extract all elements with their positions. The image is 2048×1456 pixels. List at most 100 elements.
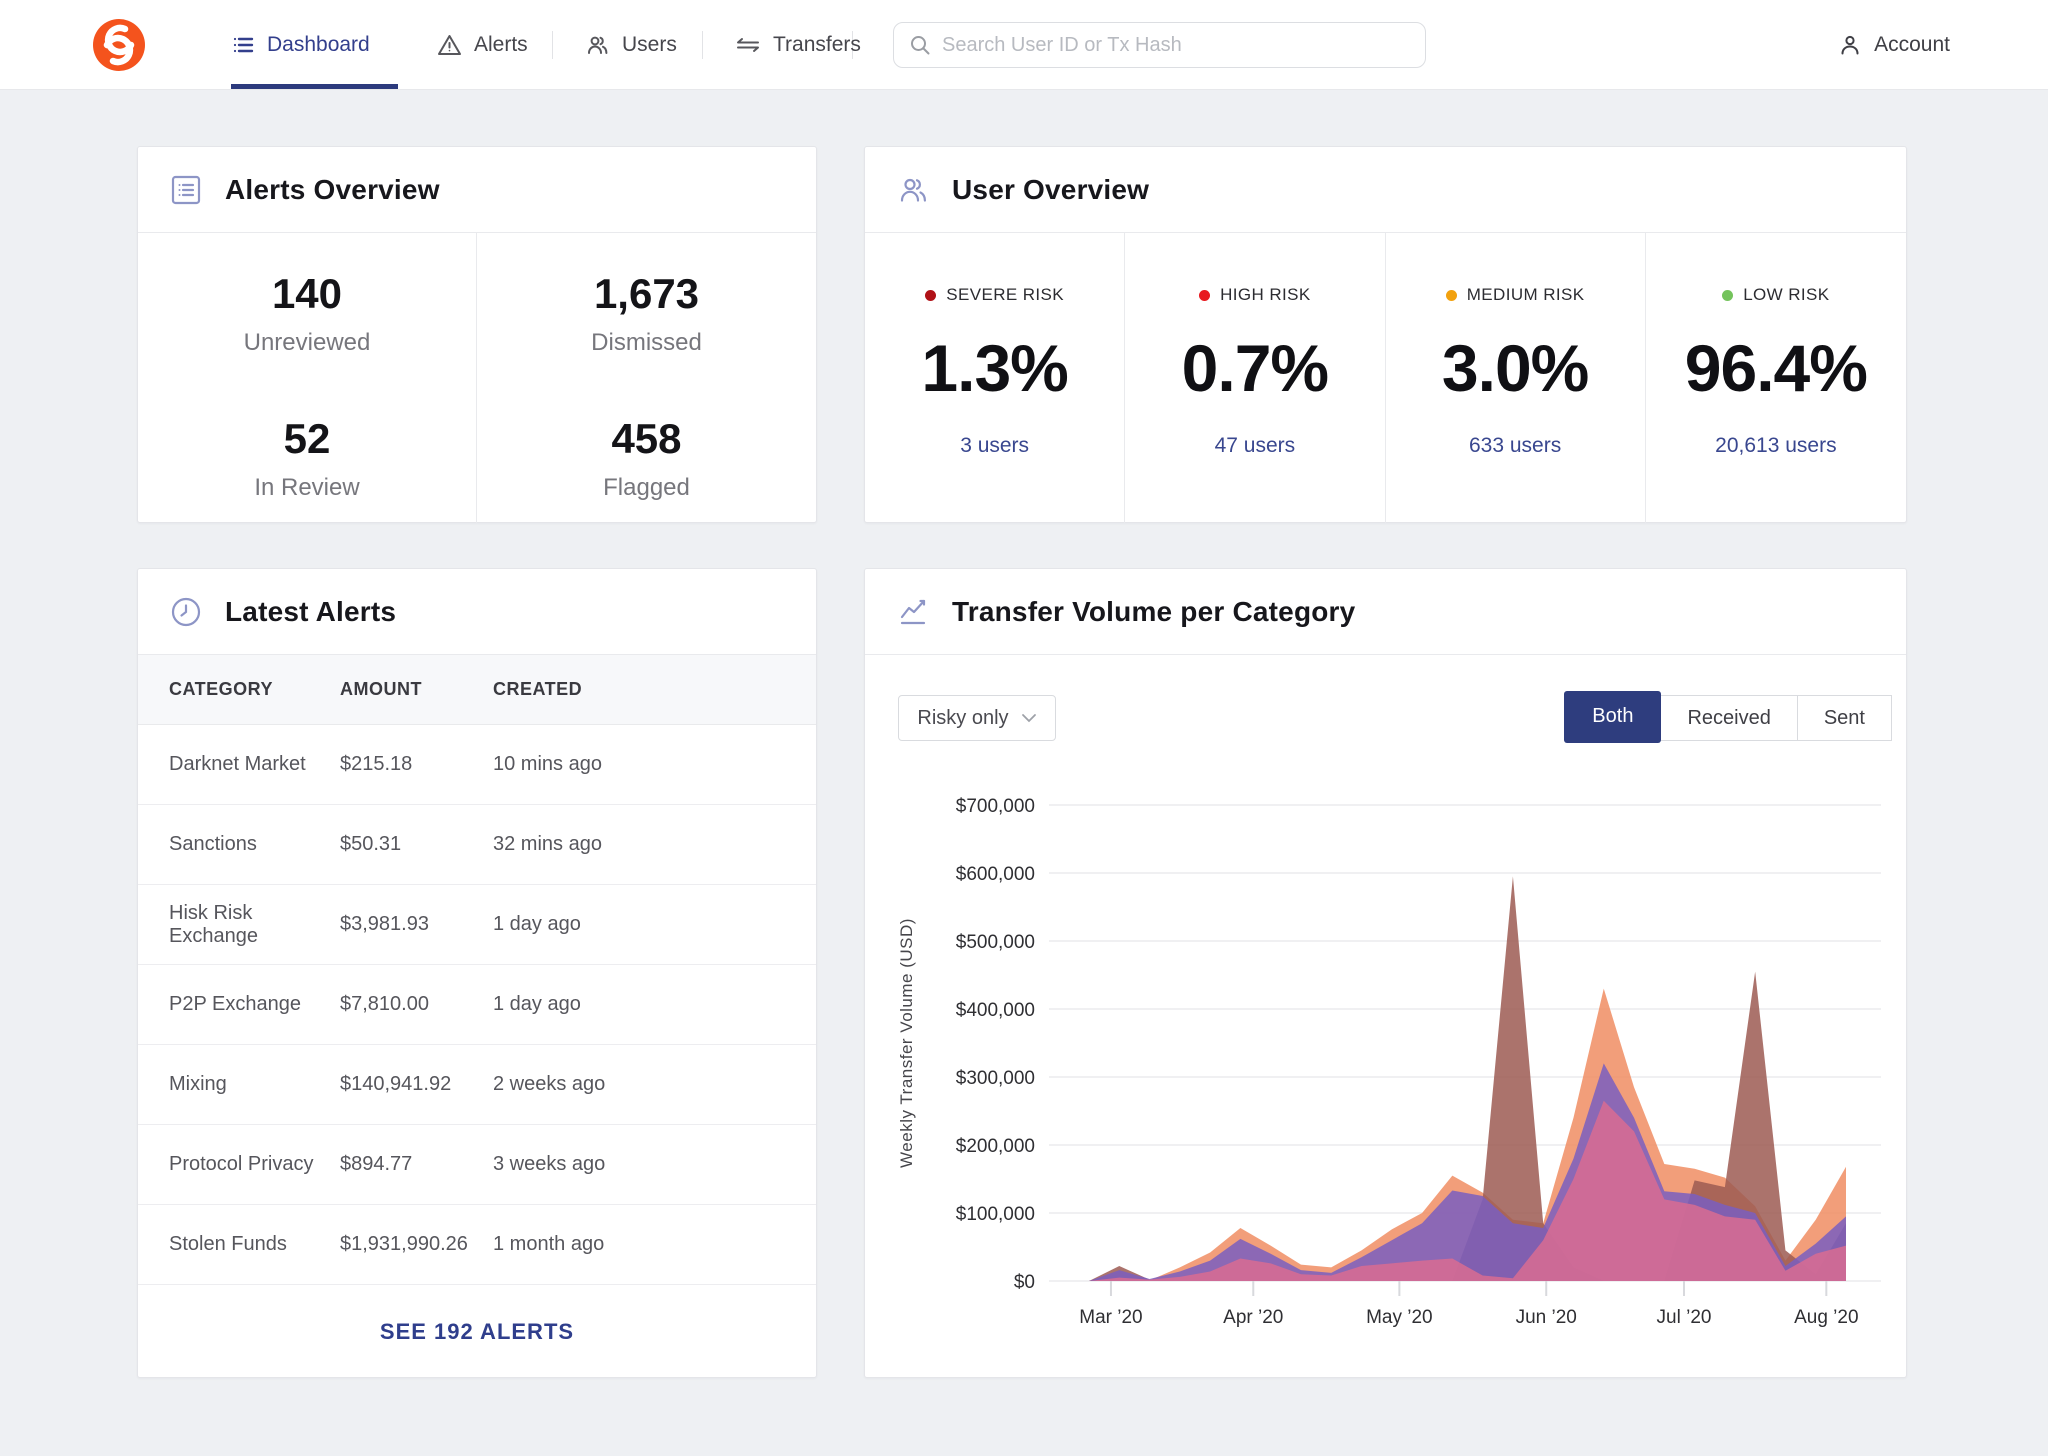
risk-percent: 0.7%	[1125, 330, 1384, 406]
risk-users-link[interactable]: 633 users	[1386, 434, 1645, 458]
column-header-amount: AMOUNT	[340, 679, 493, 700]
cell-category: Darknet Market	[169, 753, 340, 776]
cell-amount: $3,981.93	[340, 913, 493, 936]
card-title: User Overview	[952, 174, 1149, 206]
clock-icon	[169, 595, 203, 629]
stat-flagged: 458 Flagged	[477, 378, 816, 523]
svg-text:Weekly Transfer Volume (USD): Weekly Transfer Volume (USD)	[897, 918, 916, 1168]
cell-amount: $50.31	[340, 833, 493, 856]
risk-percent: 1.3%	[865, 330, 1124, 406]
risk-segment-high: HIGH RISK 0.7% 47 users	[1125, 233, 1385, 523]
nav-separator	[702, 31, 703, 59]
risk-percent: 3.0%	[1386, 330, 1645, 406]
card-title: Latest Alerts	[225, 596, 396, 628]
svg-text:$0: $0	[1014, 1272, 1035, 1293]
table-row[interactable]: Hisk Risk Exchange $3,981.93 1 day ago	[138, 885, 816, 965]
stat-label: In Review	[138, 474, 476, 502]
latest-alerts-header: Latest Alerts	[138, 569, 816, 655]
cell-amount: $215.18	[340, 753, 493, 776]
toggle-both-button[interactable]: Both	[1564, 691, 1661, 743]
risk-label-row: MEDIUM RISK	[1446, 285, 1585, 305]
nav-separator	[552, 31, 553, 59]
transfer-arrows-icon	[735, 33, 761, 57]
cell-created: 1 month ago	[493, 1233, 816, 1256]
table-row[interactable]: Mixing $140,941.92 2 weeks ago	[138, 1045, 816, 1125]
svg-text:$500,000: $500,000	[956, 932, 1035, 953]
see-all-alerts-link[interactable]: SEE 192 ALERTS	[138, 1285, 816, 1378]
svg-text:$100,000: $100,000	[956, 1204, 1035, 1225]
risk-users-link[interactable]: 47 users	[1125, 434, 1384, 458]
risk-segment-severe: SEVERE RISK 1.3% 3 users	[865, 233, 1125, 523]
alerts-overview-card: Alerts Overview 140 Unreviewed 1,673 Dis…	[137, 146, 817, 523]
table-row[interactable]: Stolen Funds $1,931,990.26 1 month ago	[138, 1205, 816, 1285]
medium-risk-dot	[1446, 290, 1457, 301]
column-header-category: CATEGORY	[169, 679, 340, 700]
account-menu[interactable]: Account	[1838, 0, 1950, 90]
svg-text:Apr ’20: Apr ’20	[1223, 1307, 1283, 1328]
nav-label-transfers: Transfers	[773, 33, 861, 57]
alerts-overview-header: Alerts Overview	[138, 147, 816, 233]
user-overview-card: User Overview SEVERE RISK 1.3% 3 users H…	[864, 146, 1907, 523]
risk-segment-medium: MEDIUM RISK 3.0% 633 users	[1386, 233, 1646, 523]
risk-users-link[interactable]: 20,613 users	[1646, 434, 1906, 458]
list-box-icon	[169, 173, 203, 207]
account-label: Account	[1874, 33, 1950, 57]
user-overview-segments: SEVERE RISK 1.3% 3 users HIGH RISK 0.7% …	[865, 233, 1906, 523]
stat-in-review: 52 In Review	[138, 378, 477, 523]
table-row[interactable]: Sanctions $50.31 32 mins ago	[138, 805, 816, 885]
top-nav: Dashboard Alerts Users Transfers	[0, 0, 2048, 90]
transfer-volume-header: Transfer Volume per Category	[865, 569, 1906, 655]
cell-category: Protocol Privacy	[169, 1153, 340, 1176]
active-tab-underline	[231, 84, 398, 89]
cell-category: Hisk Risk Exchange	[169, 902, 340, 948]
svg-text:Jun ’20: Jun ’20	[1516, 1307, 1577, 1328]
stat-value: 140	[138, 273, 476, 315]
nav-item-transfers[interactable]: Transfers	[735, 0, 861, 90]
cell-category: Sanctions	[169, 833, 340, 856]
stat-value: 52	[138, 418, 476, 460]
search-input[interactable]	[893, 22, 1426, 68]
svg-text:$700,000: $700,000	[956, 796, 1035, 817]
cell-amount: $7,810.00	[340, 993, 493, 1016]
latest-alerts-card: Latest Alerts CATEGORY AMOUNT CREATED Da…	[137, 568, 817, 1378]
risk-label-row: SEVERE RISK	[925, 285, 1064, 305]
dashboard-page: Dashboard Alerts Users Transfers	[0, 0, 2048, 1456]
svg-text:Jul ’20: Jul ’20	[1657, 1307, 1712, 1328]
cell-category: P2P Exchange	[169, 993, 340, 1016]
nav-item-users[interactable]: Users	[585, 0, 677, 90]
svg-text:$200,000: $200,000	[956, 1136, 1035, 1157]
risk-label: SEVERE RISK	[946, 285, 1064, 305]
cell-created: 1 day ago	[493, 913, 816, 936]
cell-created: 1 day ago	[493, 993, 816, 1016]
table-row[interactable]: Darknet Market $215.18 10 mins ago	[138, 725, 816, 805]
cell-created: 3 weeks ago	[493, 1153, 816, 1176]
users-icon	[896, 173, 930, 207]
high-risk-dot	[1199, 290, 1210, 301]
svg-text:Mar ’20: Mar ’20	[1079, 1307, 1142, 1328]
nav-item-dashboard[interactable]: Dashboard	[231, 0, 370, 90]
severe-risk-dot	[925, 290, 936, 301]
global-search	[893, 22, 1426, 68]
risk-label-row: HIGH RISK	[1199, 285, 1311, 305]
cell-amount: $894.77	[340, 1153, 493, 1176]
svg-text:$400,000: $400,000	[956, 1000, 1035, 1021]
card-title: Alerts Overview	[225, 174, 440, 206]
brand-logo[interactable]	[92, 18, 146, 72]
line-chart-icon	[896, 595, 930, 629]
user-overview-header: User Overview	[865, 147, 1906, 233]
stat-label: Dismissed	[477, 329, 816, 357]
cell-created: 10 mins ago	[493, 753, 816, 776]
table-row[interactable]: P2P Exchange $7,810.00 1 day ago	[138, 965, 816, 1045]
nav-label-users: Users	[622, 33, 677, 57]
list-icon	[231, 33, 255, 57]
risk-label: LOW RISK	[1743, 285, 1829, 305]
alerts-overview-stats: 140 Unreviewed 1,673 Dismissed 52 In Rev…	[138, 233, 816, 523]
table-header-row: CATEGORY AMOUNT CREATED	[138, 655, 816, 725]
transfer-volume-chart: $0$100,000$200,000$300,000$400,000$500,0…	[865, 655, 1908, 1379]
risk-users-link[interactable]: 3 users	[865, 434, 1124, 458]
stat-unreviewed: 140 Unreviewed	[138, 233, 477, 378]
stat-label: Unreviewed	[138, 329, 476, 357]
risk-label-row: LOW RISK	[1722, 285, 1829, 305]
nav-item-alerts[interactable]: Alerts	[437, 0, 528, 90]
table-row[interactable]: Protocol Privacy $894.77 3 weeks ago	[138, 1125, 816, 1205]
